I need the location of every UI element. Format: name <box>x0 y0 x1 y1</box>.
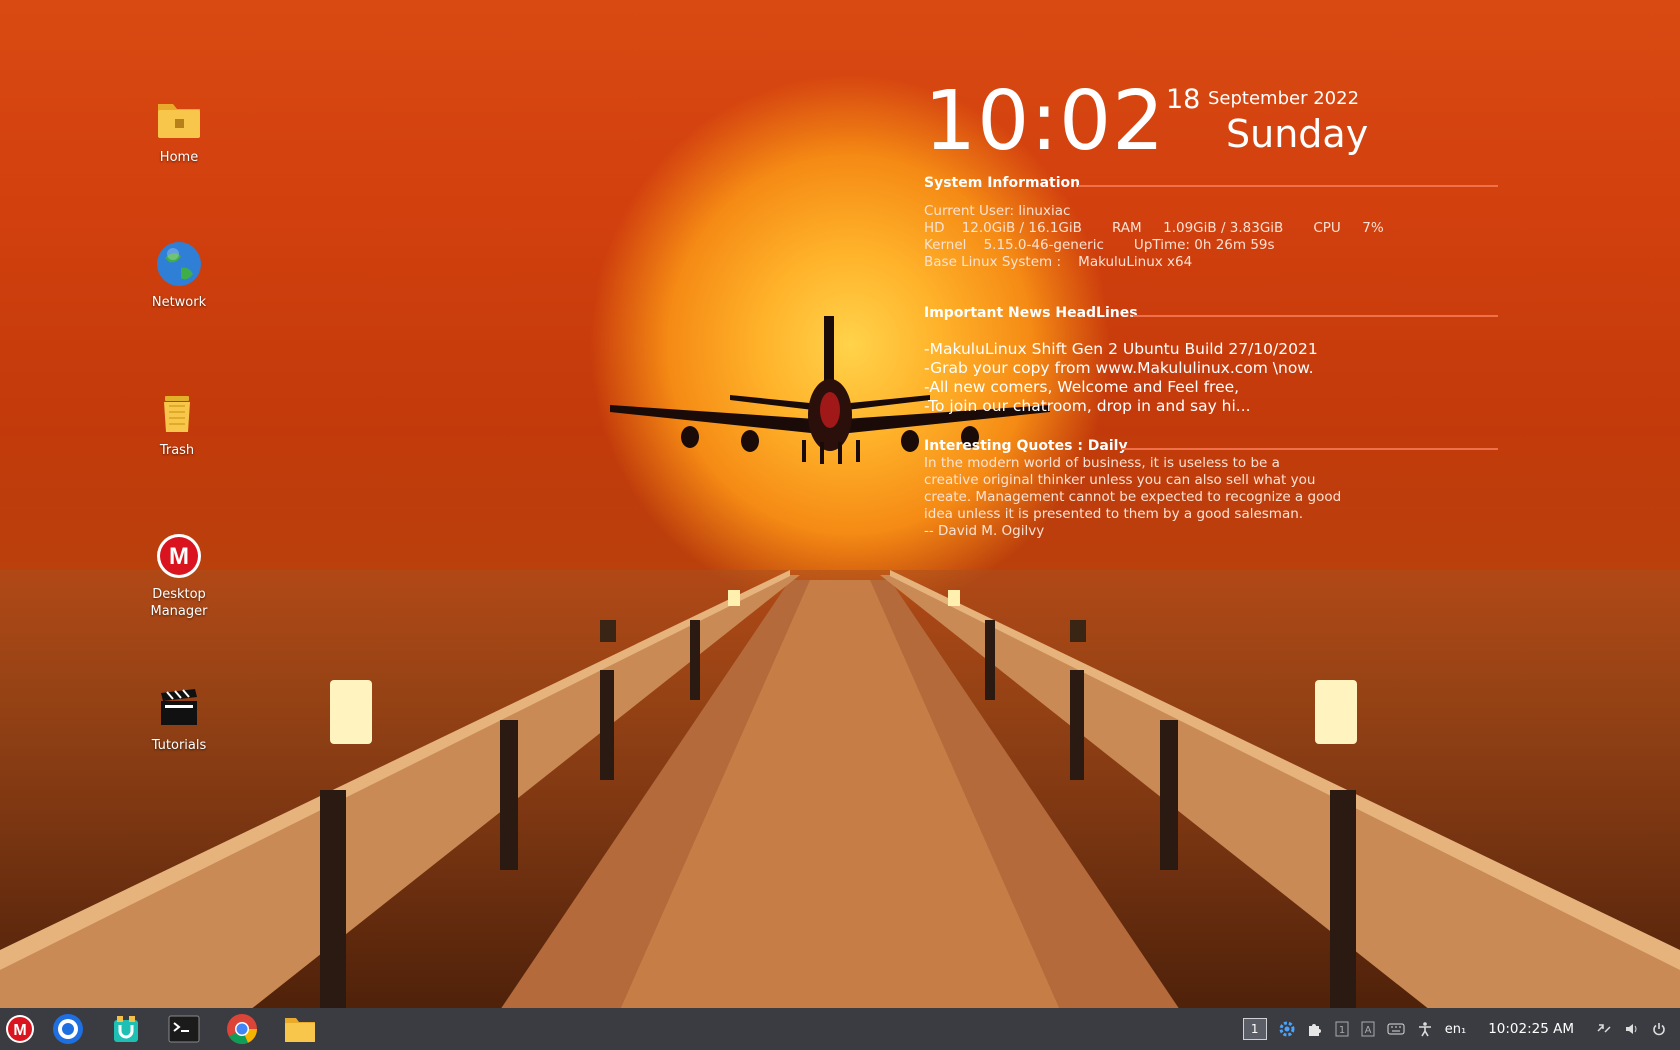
conky-weekday: Sunday <box>1226 112 1369 156</box>
taskbar: M 1 1 A en₁ 10:02:25 AM <box>0 1008 1680 1050</box>
software-store-button[interactable] <box>106 1008 146 1050</box>
disk-ram-cpu: HD 12.0GiB / 16.1GiB RAM 1.09GiB / 3.83G… <box>924 220 1384 236</box>
news-item: -All new comers, Welcome and Feel free, <box>924 378 1240 396</box>
quotes-title: Interesting Quotes : Daily <box>924 438 1128 454</box>
extensions-puzzle-icon[interactable] <box>1307 1021 1323 1037</box>
keyboard-layout[interactable]: en₁ <box>1445 1022 1466 1037</box>
settings-gear-icon[interactable] <box>1279 1021 1295 1037</box>
software-store-icon <box>114 1016 138 1042</box>
makulu-logo-icon: M <box>157 534 201 578</box>
news-rule <box>1133 315 1498 317</box>
input-method-1-icon[interactable]: 1 <box>1335 1021 1349 1037</box>
svg-text:M: M <box>169 543 189 570</box>
clapperboard-icon <box>161 689 197 725</box>
quote-line: idea unless it is presented to them by a… <box>924 506 1304 522</box>
desktop-icon-desktop-manager[interactable]: M Desktop Manager <box>129 532 229 620</box>
news-item: -To join our chatroom, drop in and say h… <box>924 397 1251 415</box>
system-tray: 1 1 A en₁ 10:02:25 AM <box>1242 1008 1680 1050</box>
trash-icon <box>164 396 190 432</box>
quote-line: create. Management cannot be expected to… <box>924 489 1342 505</box>
system-info-title: System Information <box>924 175 1081 191</box>
base-system: Base Linux System : MakuluLinux x64 <box>924 254 1193 270</box>
news-item: -Grab your copy from www.Makululinux.com… <box>924 359 1314 377</box>
input-method-a-icon[interactable]: A <box>1361 1021 1375 1037</box>
workspace-switcher[interactable]: 1 <box>1242 1018 1267 1040</box>
launcher-circle-icon <box>53 1014 83 1044</box>
power-icon[interactable] <box>1652 1022 1666 1036</box>
desktop-icon-home[interactable]: Home <box>129 95 229 166</box>
conky-month-year: September 2022 <box>1208 88 1360 109</box>
accessibility-icon[interactable] <box>1417 1021 1433 1037</box>
news-list: -MakuluLinux Shift Gen 2 Ubuntu Build 27… <box>924 340 1318 416</box>
svg-text:1: 1 <box>1339 1025 1345 1036</box>
news-title: Important News HeadLines <box>924 305 1138 321</box>
terminal-button[interactable] <box>164 1008 204 1050</box>
news-item: -MakuluLinux Shift Gen 2 Ubuntu Build 27… <box>924 340 1318 358</box>
system-info-rule <box>1078 185 1498 187</box>
makulu-menu-icon: M <box>6 1015 34 1043</box>
quote-line: In the modern world of business, it is u… <box>924 455 1280 471</box>
quote-author: -- David M. Ogilvy <box>924 523 1045 539</box>
files-button[interactable] <box>280 1008 320 1050</box>
makulu-menu-button[interactable]: M <box>0 1008 40 1050</box>
wallpaper-pier <box>0 570 1680 1010</box>
chrome-button[interactable] <box>222 1008 262 1050</box>
quote-text: In the modern world of business, it is u… <box>924 455 1341 540</box>
conky-time: 10:02 <box>924 74 1166 169</box>
folder-home-icon <box>158 104 200 138</box>
keyboard-icon[interactable] <box>1387 1022 1405 1036</box>
desktop-icon-tutorials[interactable]: Tutorials <box>129 683 229 754</box>
current-user: Current User: linuxiac <box>924 203 1071 219</box>
conky-day: 18 <box>1166 84 1201 115</box>
globe-icon <box>157 242 201 286</box>
svg-text:M: M <box>13 1022 26 1039</box>
desktop-icon-trash[interactable]: Trash <box>127 388 227 459</box>
launcher-button[interactable] <box>48 1008 88 1050</box>
network-icon[interactable] <box>1596 1022 1612 1036</box>
files-icon <box>285 1018 315 1042</box>
svg-text:A: A <box>1364 1025 1371 1036</box>
taskbar-clock[interactable]: 10:02:25 AM <box>1488 1021 1574 1037</box>
kernel-uptime: Kernel 5.15.0-46-generic UpTime: 0h 26m … <box>924 237 1275 253</box>
quote-line: creative original thinker unless you can… <box>924 472 1316 488</box>
volume-icon[interactable] <box>1624 1022 1640 1036</box>
chrome-icon <box>227 1014 257 1044</box>
quotes-rule <box>1122 448 1498 450</box>
desktop-icon-network[interactable]: Network <box>129 240 229 311</box>
terminal-icon <box>168 1015 200 1043</box>
